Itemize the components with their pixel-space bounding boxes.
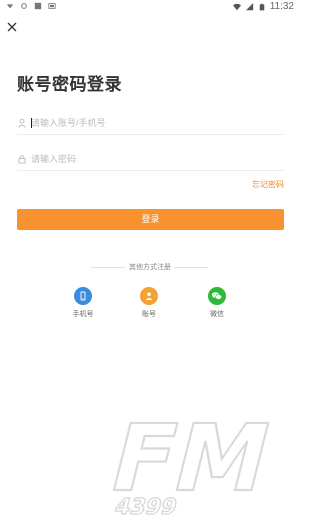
- wechat-icon: [211, 292, 222, 300]
- close-icon: [7, 22, 17, 32]
- watermark-fm-text: FM: [100, 408, 270, 513]
- account-register-button[interactable]: 账号: [129, 287, 169, 319]
- status-bar: 11:32: [0, 0, 300, 14]
- user-outline-icon: [18, 118, 26, 128]
- signal-icon: [245, 2, 253, 10]
- username-field-row: [17, 112, 284, 135]
- lock-icon: [18, 155, 26, 164]
- user-icon: [145, 292, 153, 300]
- notification-icon: [21, 3, 27, 9]
- wechat-register-button[interactable]: 微信: [197, 287, 237, 319]
- fm-4399-watermark: FM 4399: [99, 408, 270, 518]
- divider-line-right: [174, 267, 208, 268]
- watermark-4399-text: 4399: [112, 494, 180, 518]
- other-methods: 手机号 账号 微信: [0, 287, 300, 327]
- close-button[interactable]: [6, 20, 18, 32]
- password-input[interactable]: [31, 154, 271, 164]
- notification-icon: [34, 2, 42, 10]
- wechat-icon-circle: [208, 287, 226, 305]
- password-field-row: [17, 148, 284, 171]
- forgot-password-link[interactable]: 忘记密码: [252, 179, 284, 190]
- account-register-label: 账号: [142, 311, 156, 318]
- wechat-register-label: 微信: [210, 311, 224, 318]
- login-button[interactable]: 登录: [17, 209, 284, 230]
- username-input[interactable]: [31, 118, 271, 128]
- other-methods-divider: 其他方式注册: [0, 262, 300, 274]
- phone-register-label: 手机号: [72, 311, 94, 318]
- notification-icon: [48, 3, 56, 9]
- phone-icon: [80, 291, 86, 301]
- phone-register-button[interactable]: 手机号: [63, 287, 103, 319]
- text-cursor: [31, 118, 32, 128]
- notification-icon: [6, 4, 14, 9]
- wifi-icon: [232, 3, 241, 10]
- account-icon-circle: [140, 287, 158, 305]
- status-time: 11:32: [269, 1, 294, 12]
- other-methods-label: 其他方式注册: [129, 264, 171, 271]
- page-title: 账号密码登录: [17, 75, 122, 94]
- phone-icon-circle: [74, 287, 92, 305]
- battery-icon: [259, 3, 264, 10]
